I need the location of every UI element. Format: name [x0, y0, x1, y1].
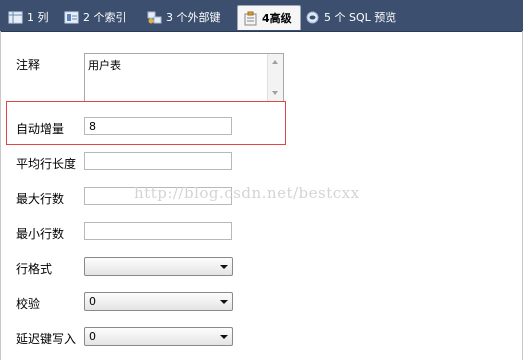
- tab-label: 4高级: [262, 12, 292, 25]
- avg-row-length-label: 平均行长度: [16, 157, 77, 171]
- row-format-select[interactable]: [84, 257, 233, 276]
- tab-bar: 1 列 2 个索引 3 个外部键 4高级 5 个 SQL 预览: [0, 0, 523, 32]
- chevron-down-icon[interactable]: [220, 335, 228, 339]
- checksum-select[interactable]: 0: [84, 292, 233, 311]
- tab-advanced[interactable]: 4高级: [237, 5, 301, 30]
- tab-sql-preview[interactable]: 5 个 SQL 预览: [305, 6, 396, 28]
- tab-label: 3 个外部键: [166, 11, 221, 24]
- scroll-down-arrow-icon[interactable]: [272, 91, 278, 95]
- delay-key-write-label: 延迟键写入: [16, 332, 77, 346]
- tab-indexes[interactable]: 2 个索引: [64, 6, 127, 28]
- foreign-key-icon: [147, 10, 162, 25]
- chevron-down-icon[interactable]: [220, 300, 228, 304]
- min-rows-label: 最小行数: [16, 227, 65, 241]
- min-rows-input[interactable]: [84, 222, 232, 240]
- tab-label: 5 个 SQL 预览: [324, 11, 397, 24]
- table-columns-icon: [8, 10, 23, 25]
- auto-increment-input[interactable]: 8: [84, 117, 232, 135]
- tab-foreign-keys[interactable]: 3 个外部键: [147, 6, 221, 28]
- tab-label: 2 个索引: [83, 11, 127, 24]
- comment-textarea[interactable]: 用户表: [84, 53, 284, 102]
- delay-key-write-value: 0: [89, 330, 96, 343]
- max-rows-label: 最大行数: [16, 192, 65, 206]
- sql-preview-icon: [305, 10, 320, 25]
- delay-key-write-select[interactable]: 0: [84, 327, 233, 346]
- checksum-value: 0: [89, 295, 96, 308]
- avg-row-length-input[interactable]: [84, 152, 232, 170]
- row-format-label: 行格式: [16, 262, 53, 276]
- watermark-text: http://blog.csdn.net/bestcxx: [134, 184, 360, 202]
- index-icon: [64, 10, 79, 25]
- auto-increment-label: 自动增量: [16, 122, 65, 136]
- advanced-options-icon: [243, 11, 258, 26]
- tab-columns[interactable]: 1 列: [8, 6, 49, 28]
- comment-label: 注释: [16, 58, 41, 72]
- chevron-down-icon[interactable]: [220, 265, 228, 269]
- tab-label: 1 列: [27, 11, 49, 24]
- comment-value: 用户表: [88, 59, 121, 72]
- checksum-label: 校验: [16, 297, 41, 311]
- scroll-up-arrow-icon[interactable]: [272, 60, 278, 64]
- comment-scrollbar[interactable]: [267, 54, 283, 101]
